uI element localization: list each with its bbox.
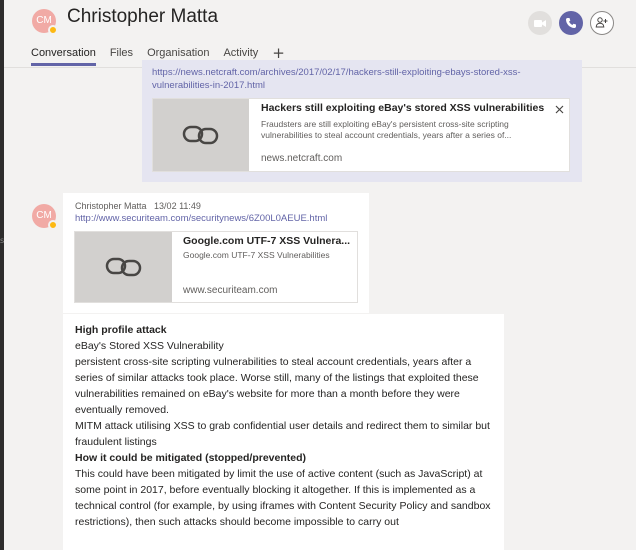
- card-description: Fraudsters are still exploiting eBay's p…: [261, 119, 512, 140]
- link-preview-card[interactable]: Google.com UTF-7 XSS Vulnera... Google.c…: [74, 231, 358, 303]
- message-paragraph: This could have been mitigated by limit …: [75, 468, 491, 528]
- left-rail-mark: s: [0, 236, 5, 245]
- tab-files[interactable]: Files: [110, 46, 133, 66]
- own-message: https://news.netcraft.com/archives/2017/…: [142, 60, 582, 182]
- message-paragraph: persistent cross-site scripting vulnerab…: [75, 356, 479, 416]
- message-timestamp: 13/02 11:49: [154, 201, 201, 211]
- link-thumbnail: [75, 232, 172, 302]
- card-description: Google.com UTF-7 XSS Vulnerabilities: [183, 250, 330, 260]
- message-author: Christopher Matta: [75, 201, 147, 211]
- phone-icon: [566, 18, 576, 28]
- message-body: High profile attack eBay's Stored XSS Vu…: [75, 322, 495, 530]
- audio-call-button[interactable]: [559, 11, 583, 35]
- close-icon[interactable]: [555, 105, 564, 114]
- avatar-initials: CM: [36, 15, 52, 26]
- add-people-button[interactable]: [590, 11, 614, 35]
- avatar[interactable]: CM: [32, 9, 58, 35]
- left-app-rail: s: [0, 0, 4, 550]
- message-heading: High profile attack: [75, 324, 167, 336]
- message-paragraph: MITM attack utilising XSS to grab confid…: [75, 420, 490, 448]
- card-title: Google.com UTF-7 XSS Vulnera...: [183, 235, 351, 247]
- message-meta: Christopher Matta 13/02 11:49: [75, 201, 201, 211]
- add-people-icon: [595, 17, 608, 28]
- presence-away-icon: [48, 220, 58, 230]
- message-link[interactable]: http://www.securiteam.com/securitynews/6…: [75, 212, 327, 225]
- link-preview-card[interactable]: Hackers still exploiting eBay's stored X…: [152, 98, 570, 172]
- card-domain: news.netcraft.com: [261, 153, 343, 164]
- avatar[interactable]: CM: [32, 204, 58, 230]
- link-icon: [182, 125, 219, 145]
- chat-header: CM Christopher Matta Conversation Files …: [4, 0, 636, 68]
- video-camera-icon: [533, 19, 546, 27]
- message-line: eBay's Stored XSS Vulnerability: [75, 340, 224, 352]
- message-link[interactable]: https://news.netcraft.com/archives/2017/…: [152, 66, 572, 92]
- card-domain: www.securiteam.com: [183, 285, 278, 296]
- message-bubble: Christopher Matta 13/02 11:49 http://www…: [63, 193, 369, 313]
- link-thumbnail: [153, 99, 249, 171]
- page-title: Christopher Matta: [67, 6, 219, 27]
- tab-conversation[interactable]: Conversation: [31, 46, 96, 66]
- card-title: Hackers still exploiting eBay's stored X…: [261, 102, 546, 114]
- avatar-initials: CM: [36, 210, 52, 221]
- presence-away-icon: [48, 25, 58, 35]
- link-icon: [105, 257, 141, 277]
- video-call-button[interactable]: [528, 11, 552, 35]
- message-heading: How it could be mitigated (stopped/preve…: [75, 452, 307, 464]
